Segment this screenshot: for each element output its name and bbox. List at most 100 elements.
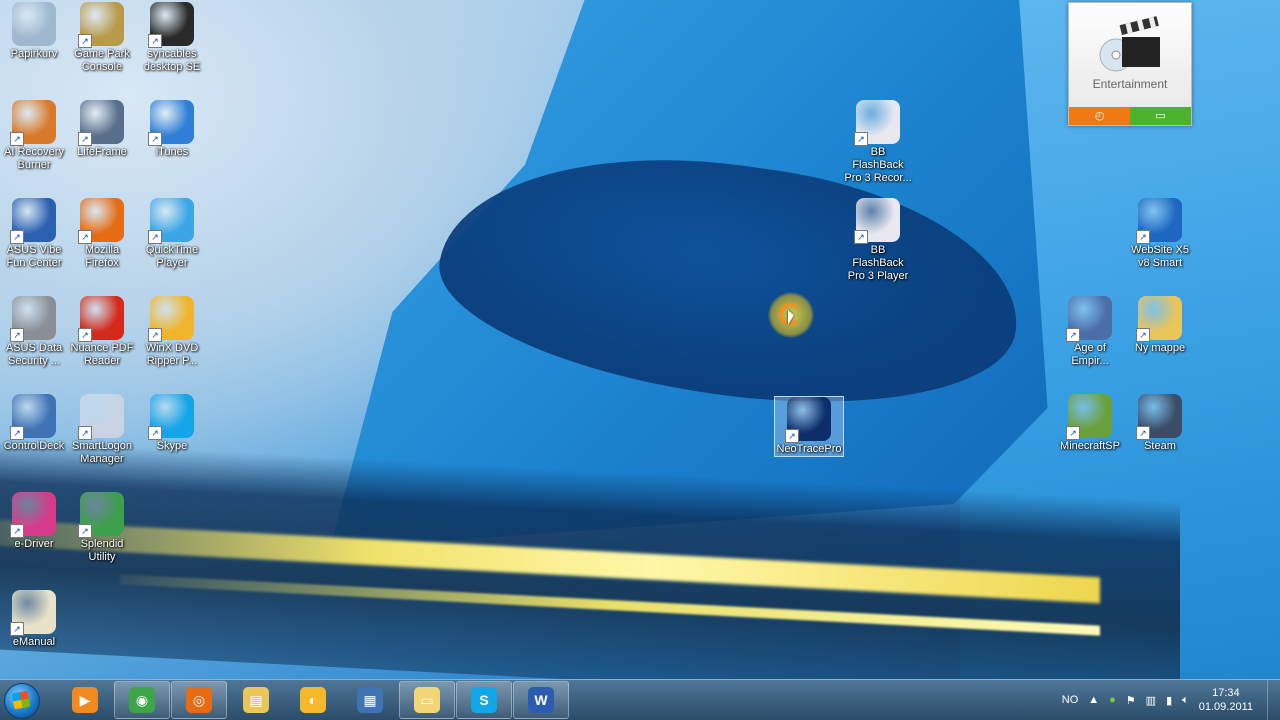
recycle-bin-icon <box>12 2 56 46</box>
grass-block-icon: ↗ <box>1066 394 1112 440</box>
shortcut-arrow-icon: ↗ <box>78 328 92 342</box>
desktop-icon-label: AI Recovery Burner <box>4 146 64 171</box>
power-icon[interactable]: ▮ <box>1166 694 1172 707</box>
system-tray: NO ▲ ● ⚑ ▥ ▮ 🔈︎ 17:34 01.09.2011 <box>1062 680 1280 720</box>
clock-time: 17:34 <box>1212 687 1240 699</box>
flag-icon[interactable]: ⚑ <box>1126 694 1136 707</box>
clapperboard-icon <box>1098 15 1162 75</box>
desktop-icon-smartlogon-manager[interactable]: ↗ SmartLogon Manager <box>68 394 136 466</box>
desktop-icon-nuance-pdf-reader[interactable]: ↗ Nuance PDF Reader <box>68 296 136 368</box>
shortcut-arrow-icon: ↗ <box>78 34 92 48</box>
desktop-icon-asus-vibe[interactable]: ↗ ASUS Vibe Fun Center <box>0 198 68 270</box>
start-button[interactable] <box>0 680 40 720</box>
desktop-icon-label: Splendid Utility <box>80 538 124 563</box>
shortcut-arrow-icon: ↗ <box>148 426 162 440</box>
desktop-icon-lifeframe[interactable]: ↗ LifeFrame <box>68 100 136 159</box>
desktop-icon-splendid-utility[interactable]: ↗ Splendid Utility <box>68 492 136 564</box>
entertainment-gadget[interactable]: Entertainment ◴ ▭ <box>1068 2 1192 126</box>
clock[interactable]: 17:34 01.09.2011 <box>1199 686 1253 714</box>
desktop-icon-recycle-bin[interactable]: Papirkurv <box>0 2 68 61</box>
desktop-icon-syncables-desktop[interactable]: ↗ syncables desktop SE <box>138 2 206 74</box>
shortcut-arrow-icon: ↗ <box>10 328 24 342</box>
control-deck-icon: ↗ <box>10 394 56 440</box>
desktop-icon-bb-flashback-player[interactable]: ↗ BB FlashBack Pro 3 Player <box>844 198 912 283</box>
folder-open-icon: ▭ <box>414 687 440 713</box>
desktop-icon-ai-recovery-burner[interactable]: ↗ AI Recovery Burner <box>0 100 68 172</box>
desktop-icon-skype[interactable]: ↗ Skype <box>138 394 206 453</box>
desktop-icon-minecraftsp[interactable]: ↗ MinecraftSP <box>1056 394 1124 453</box>
desktop-icon-label: WebSite X5 v8 Smart <box>1131 244 1189 269</box>
busy-cursor-icon <box>768 292 814 338</box>
shortcut-arrow-icon: ↗ <box>78 230 92 244</box>
webcam-icon: ↗ <box>78 100 124 146</box>
shortcut-arrow-icon: ↗ <box>10 524 24 538</box>
desktop-icon-mozilla-firefox[interactable]: ↗ Mozilla Firefox <box>68 198 136 270</box>
chrome-icon: ◉ <box>129 687 155 713</box>
desktop-icon-neotracepro[interactable]: ↗ NeoTracePro <box>774 396 844 457</box>
desktop-icon-steam[interactable]: ↗ Steam <box>1126 394 1194 453</box>
shortcut-arrow-icon: ↗ <box>1066 426 1080 440</box>
taskbar-music-button[interactable]: ◐ <box>285 681 341 719</box>
shortcut-arrow-icon: ↗ <box>10 230 24 244</box>
shortcut-arrow-icon: ↗ <box>10 426 24 440</box>
desktop-icon-label: Mozilla Firefox <box>84 244 120 269</box>
gadget-left-button[interactable]: ◴ <box>1069 107 1130 125</box>
pdf-icon: ↗ <box>78 296 124 342</box>
show-desktop-button[interactable] <box>1267 680 1280 720</box>
desktop-icon-controldeck[interactable]: ↗ ControlDeck <box>0 394 68 453</box>
desktop-icon-label: Age of Empir... <box>1071 342 1109 367</box>
shortcut-arrow-icon: ↗ <box>78 132 92 146</box>
desktop-icon-label: WinX DVD Ripper P... <box>145 342 199 367</box>
desktop-icon-ny-mappe[interactable]: ↗ Ny mappe <box>1126 296 1194 355</box>
shortcut-arrow-icon: ↗ <box>78 524 92 538</box>
tray-app-icon[interactable]: ● <box>1109 694 1116 706</box>
skype-icon: ↗ <box>148 394 194 440</box>
desktop-icon-game-park-console[interactable]: ↗ Game Park Console <box>68 2 136 74</box>
taskbar-chrome-button[interactable]: ◉ <box>114 681 170 719</box>
desktop-icon-label: NeoTracePro <box>776 443 842 455</box>
gadget-title: Entertainment <box>1092 77 1168 91</box>
desktop-icon-website-x5[interactable]: ↗ WebSite X5 v8 Smart <box>1126 198 1194 270</box>
volume-icon[interactable]: 🔈︎ <box>1182 694 1189 707</box>
manual-icon: ↗ <box>10 590 56 636</box>
disc-burner-icon: ↗ <box>10 100 56 146</box>
shortcut-arrow-icon: ↗ <box>148 34 162 48</box>
desktop-icon-asus-data-security[interactable]: ↗ ASUS Data Security ... <box>0 296 68 368</box>
shortcut-arrow-icon: ↗ <box>148 230 162 244</box>
dice-icon: ↗ <box>78 2 124 48</box>
desktop-icon-age-of-empires[interactable]: ↗ Age of Empir... <box>1056 296 1124 368</box>
desktop-icon-winx-dvd-ripper[interactable]: ↗ WinX DVD Ripper P... <box>138 296 206 368</box>
shortcut-arrow-icon: ↗ <box>10 132 24 146</box>
clock-date: 01.09.2011 <box>1198 701 1253 713</box>
desktop-icon-itunes[interactable]: ↗ iTunes <box>138 100 206 159</box>
desktop-icon-label: ControlDeck <box>3 440 65 452</box>
music-note-icon: ↗ <box>148 100 194 146</box>
desktop-icon-label: Skype <box>156 440 188 452</box>
shortcut-arrow-icon: ↗ <box>78 426 92 440</box>
taskbar-network-button[interactable]: ▦ <box>342 681 398 719</box>
show-hidden-icons-arrow-icon[interactable]: ▲ <box>1088 694 1099 706</box>
taskbar-folder-button[interactable]: ▭ <box>399 681 455 719</box>
desktop-icon-label: syncables desktop SE <box>143 48 201 73</box>
desktop-icon-label: ASUS Data Security ... <box>5 342 63 367</box>
language-indicator[interactable]: NO <box>1062 694 1079 706</box>
desktop-icon-label: iTunes <box>155 146 189 158</box>
shortcut-arrow-icon: ↗ <box>785 429 799 443</box>
sync-icon: ↗ <box>148 2 194 48</box>
taskbar-media-player-button[interactable]: ▶ <box>57 681 113 719</box>
desktop-icon-emanual[interactable]: ↗ eManual <box>0 590 68 649</box>
desktop-icon-bb-flashback-recorder[interactable]: ↗ BB FlashBack Pro 3 Recor... <box>844 100 912 185</box>
desktop-icon-label: SmartLogon Manager <box>72 440 132 465</box>
taskbar-word-button[interactable]: W <box>513 681 569 719</box>
taskbar-skype-button[interactable]: S <box>456 681 512 719</box>
desktop-icon-label: BB FlashBack Pro 3 Recor... <box>844 146 912 184</box>
taskbar-explorer-button[interactable]: ▤ <box>228 681 284 719</box>
desktop-icon-e-driver[interactable]: ↗ e-Driver <box>0 492 68 551</box>
desktop-icon-quicktime-player[interactable]: ↗ QuickTime Player <box>138 198 206 270</box>
network-icon[interactable]: ▥ <box>1146 694 1156 707</box>
taskbar-firefox-button[interactable]: ◎ <box>171 681 227 719</box>
skype-icon: S <box>471 687 497 713</box>
shortcut-arrow-icon: ↗ <box>148 132 162 146</box>
firefox-icon: ↗ <box>78 198 124 244</box>
gadget-right-button[interactable]: ▭ <box>1130 107 1191 125</box>
